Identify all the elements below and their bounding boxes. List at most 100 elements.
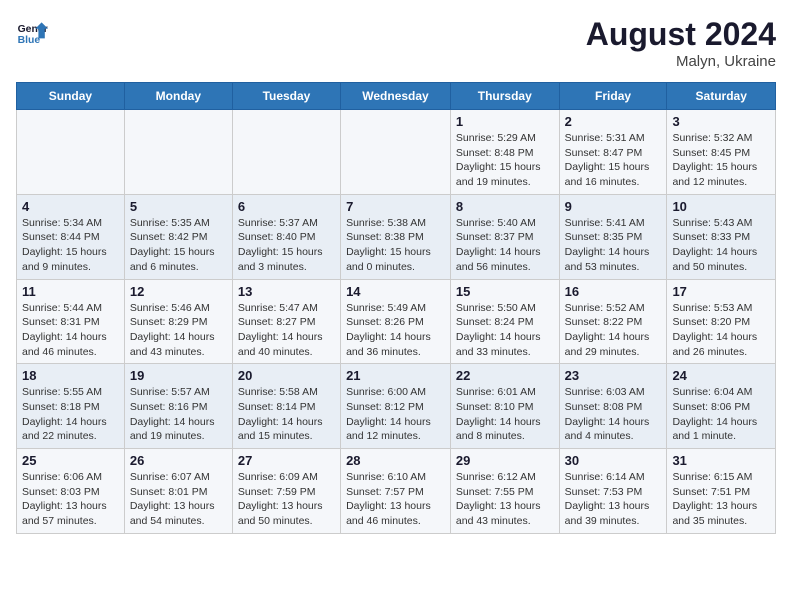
calendar-cell: 24 Sunrise: 6:04 AM Sunset: 8:06 PM Dayli… bbox=[667, 364, 776, 449]
day-info: Sunrise: 6:04 AM Sunset: 8:06 PM Dayligh… bbox=[672, 385, 770, 444]
calendar-cell bbox=[17, 110, 125, 195]
location-subtitle: Malyn, Ukraine bbox=[586, 53, 776, 70]
day-number: 25 bbox=[22, 453, 119, 468]
weekday-header-saturday: Saturday bbox=[667, 83, 776, 110]
day-number: 8 bbox=[456, 199, 554, 214]
day-info: Sunrise: 5:37 AM Sunset: 8:40 PM Dayligh… bbox=[238, 216, 335, 275]
calendar-cell: 4 Sunrise: 5:34 AM Sunset: 8:44 PM Daylig… bbox=[17, 194, 125, 279]
day-info: Sunrise: 6:03 AM Sunset: 8:08 PM Dayligh… bbox=[565, 385, 662, 444]
title-block: August 2024 Malyn, Ukraine bbox=[586, 16, 776, 70]
weekday-header-friday: Friday bbox=[559, 83, 667, 110]
calendar-cell: 27 Sunrise: 6:09 AM Sunset: 7:59 PM Dayli… bbox=[232, 449, 340, 534]
day-info: Sunrise: 5:34 AM Sunset: 8:44 PM Dayligh… bbox=[22, 216, 119, 275]
day-info: Sunrise: 6:06 AM Sunset: 8:03 PM Dayligh… bbox=[22, 470, 119, 529]
day-number: 16 bbox=[565, 284, 662, 299]
calendar-cell: 13Sunrise: 5:47 AM Sunset: 8:27 PM Dayli… bbox=[232, 279, 340, 364]
calendar-cell: 20Sunrise: 5:58 AM Sunset: 8:14 PM Dayli… bbox=[232, 364, 340, 449]
calendar-cell: 16 Sunrise: 5:52 AM Sunset: 8:22 PM Dayli… bbox=[559, 279, 667, 364]
weekday-header-monday: Monday bbox=[124, 83, 232, 110]
day-number: 3 bbox=[672, 114, 770, 129]
calendar-cell: 1Sunrise: 5:29 AM Sunset: 8:48 PM Daylig… bbox=[450, 110, 559, 195]
day-number: 14 bbox=[346, 284, 445, 299]
calendar-cell: 18 Sunrise: 5:55 AM Sunset: 8:18 PM Dayli… bbox=[17, 364, 125, 449]
day-number: 2 bbox=[565, 114, 662, 129]
day-number: 5 bbox=[130, 199, 227, 214]
calendar-cell: 11 Sunrise: 5:44 AM Sunset: 8:31 PM Dayli… bbox=[17, 279, 125, 364]
day-number: 26 bbox=[130, 453, 227, 468]
day-info: Sunrise: 5:55 AM Sunset: 8:18 PM Dayligh… bbox=[22, 385, 119, 444]
day-number: 23 bbox=[565, 368, 662, 383]
day-number: 24 bbox=[672, 368, 770, 383]
day-info: Sunrise: 6:14 AM Sunset: 7:53 PM Dayligh… bbox=[565, 470, 662, 529]
calendar-cell bbox=[341, 110, 451, 195]
day-info: Sunrise: 5:40 AM Sunset: 8:37 PM Dayligh… bbox=[456, 216, 554, 275]
calendar-cell: 22 Sunrise: 6:01 AM Sunset: 8:10 PM Dayli… bbox=[450, 364, 559, 449]
day-number: 31 bbox=[672, 453, 770, 468]
calendar-cell: 14 Sunrise: 5:49 AM Sunset: 8:26 PM Dayli… bbox=[341, 279, 451, 364]
day-info: Sunrise: 6:09 AM Sunset: 7:59 PM Dayligh… bbox=[238, 470, 335, 529]
weekday-header-wednesday: Wednesday bbox=[341, 83, 451, 110]
day-number: 27 bbox=[238, 453, 335, 468]
day-info: Sunrise: 5:49 AM Sunset: 8:26 PM Dayligh… bbox=[346, 301, 445, 360]
calendar-cell: 25 Sunrise: 6:06 AM Sunset: 8:03 PM Dayli… bbox=[17, 449, 125, 534]
calendar-table: SundayMondayTuesdayWednesdayThursdayFrid… bbox=[16, 82, 776, 534]
day-info: Sunrise: 5:35 AM Sunset: 8:42 PM Dayligh… bbox=[130, 216, 227, 275]
calendar-cell bbox=[124, 110, 232, 195]
day-info: Sunrise: 5:29 AM Sunset: 8:48 PM Dayligh… bbox=[456, 131, 554, 190]
calendar-cell: 21 Sunrise: 6:00 AM Sunset: 8:12 PM Dayli… bbox=[341, 364, 451, 449]
day-number: 30 bbox=[565, 453, 662, 468]
week-row-4: 18 Sunrise: 5:55 AM Sunset: 8:18 PM Dayli… bbox=[17, 364, 776, 449]
day-number: 17 bbox=[672, 284, 770, 299]
day-info: Sunrise: 6:00 AM Sunset: 8:12 PM Dayligh… bbox=[346, 385, 445, 444]
day-number: 21 bbox=[346, 368, 445, 383]
calendar-cell: 15Sunrise: 5:50 AM Sunset: 8:24 PM Dayli… bbox=[450, 279, 559, 364]
day-info: Sunrise: 6:01 AM Sunset: 8:10 PM Dayligh… bbox=[456, 385, 554, 444]
calendar-cell: 26 Sunrise: 6:07 AM Sunset: 8:01 PM Dayli… bbox=[124, 449, 232, 534]
day-number: 22 bbox=[456, 368, 554, 383]
month-year-title: August 2024 bbox=[586, 16, 776, 53]
day-info: Sunrise: 5:44 AM Sunset: 8:31 PM Dayligh… bbox=[22, 301, 119, 360]
day-info: Sunrise: 5:57 AM Sunset: 8:16 PM Dayligh… bbox=[130, 385, 227, 444]
logo-icon: General Blue bbox=[16, 16, 48, 48]
weekday-header-tuesday: Tuesday bbox=[232, 83, 340, 110]
logo: General Blue bbox=[16, 16, 48, 48]
day-info: Sunrise: 5:41 AM Sunset: 8:35 PM Dayligh… bbox=[565, 216, 662, 275]
day-number: 28 bbox=[346, 453, 445, 468]
day-info: Sunrise: 5:32 AM Sunset: 8:45 PM Dayligh… bbox=[672, 131, 770, 190]
calendar-cell: 30 Sunrise: 6:14 AM Sunset: 7:53 PM Dayli… bbox=[559, 449, 667, 534]
calendar-cell: 10 Sunrise: 5:43 AM Sunset: 8:33 PM Dayli… bbox=[667, 194, 776, 279]
day-number: 10 bbox=[672, 199, 770, 214]
day-number: 7 bbox=[346, 199, 445, 214]
calendar-cell: 12 Sunrise: 5:46 AM Sunset: 8:29 PM Dayli… bbox=[124, 279, 232, 364]
calendar-cell: 3 Sunrise: 5:32 AM Sunset: 8:45 PM Daylig… bbox=[667, 110, 776, 195]
week-row-3: 11 Sunrise: 5:44 AM Sunset: 8:31 PM Dayli… bbox=[17, 279, 776, 364]
day-info: Sunrise: 6:10 AM Sunset: 7:57 PM Dayligh… bbox=[346, 470, 445, 529]
week-row-5: 25 Sunrise: 6:06 AM Sunset: 8:03 PM Dayli… bbox=[17, 449, 776, 534]
calendar-cell bbox=[232, 110, 340, 195]
day-info: Sunrise: 5:31 AM Sunset: 8:47 PM Dayligh… bbox=[565, 131, 662, 190]
day-number: 20 bbox=[238, 368, 335, 383]
calendar-cell: 6 Sunrise: 5:37 AM Sunset: 8:40 PM Daylig… bbox=[232, 194, 340, 279]
calendar-cell: 9 Sunrise: 5:41 AM Sunset: 8:35 PM Daylig… bbox=[559, 194, 667, 279]
svg-text:Blue: Blue bbox=[18, 35, 41, 46]
day-number: 13 bbox=[238, 284, 335, 299]
day-number: 11 bbox=[22, 284, 119, 299]
day-info: Sunrise: 5:46 AM Sunset: 8:29 PM Dayligh… bbox=[130, 301, 227, 360]
calendar-cell: 2 Sunrise: 5:31 AM Sunset: 8:47 PM Daylig… bbox=[559, 110, 667, 195]
day-number: 19 bbox=[130, 368, 227, 383]
day-number: 4 bbox=[22, 199, 119, 214]
day-number: 9 bbox=[565, 199, 662, 214]
page-header: General Blue August 2024 Malyn, Ukraine bbox=[16, 16, 776, 70]
day-info: Sunrise: 5:52 AM Sunset: 8:22 PM Dayligh… bbox=[565, 301, 662, 360]
calendar-cell: 28 Sunrise: 6:10 AM Sunset: 7:57 PM Dayli… bbox=[341, 449, 451, 534]
day-info: Sunrise: 6:07 AM Sunset: 8:01 PM Dayligh… bbox=[130, 470, 227, 529]
weekday-header-sunday: Sunday bbox=[17, 83, 125, 110]
day-info: Sunrise: 5:43 AM Sunset: 8:33 PM Dayligh… bbox=[672, 216, 770, 275]
day-number: 12 bbox=[130, 284, 227, 299]
day-number: 6 bbox=[238, 199, 335, 214]
day-number: 18 bbox=[22, 368, 119, 383]
day-info: Sunrise: 5:50 AM Sunset: 8:24 PM Dayligh… bbox=[456, 301, 554, 360]
day-info: Sunrise: 6:15 AM Sunset: 7:51 PM Dayligh… bbox=[672, 470, 770, 529]
day-info: Sunrise: 6:12 AM Sunset: 7:55 PM Dayligh… bbox=[456, 470, 554, 529]
week-row-2: 4 Sunrise: 5:34 AM Sunset: 8:44 PM Daylig… bbox=[17, 194, 776, 279]
